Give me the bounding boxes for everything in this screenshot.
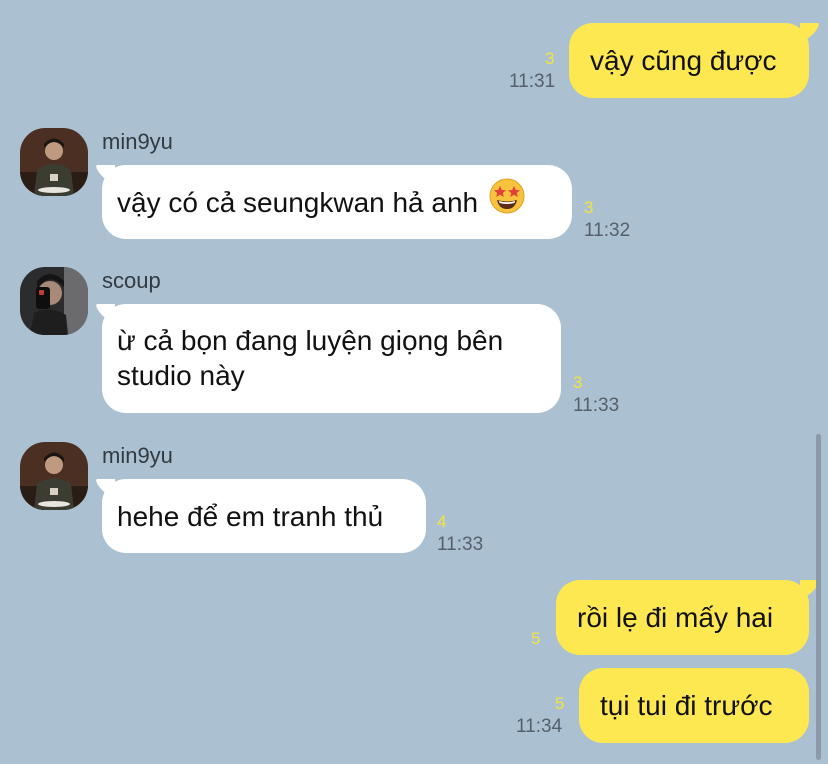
message-bubble[interactable]: rồi lẹ đi mấy hai — [556, 580, 809, 655]
unread-count: 3 — [573, 373, 583, 392]
message-bubble[interactable]: tụi tui đi trước — [579, 668, 809, 743]
sender-name: scoup — [102, 268, 161, 293]
sender-name: min9yu — [102, 129, 173, 154]
star-struck-emoji-icon — [488, 177, 526, 223]
unread-count: 4 — [437, 512, 447, 531]
message-text: tụi tui đi trước — [600, 690, 773, 721]
message-bubble[interactable]: ừ cả bọn đang luyện giọng bên studio này — [102, 304, 561, 413]
avatar[interactable] — [20, 267, 88, 335]
unread-count: 3 — [545, 49, 555, 68]
message-time: 11:32 — [584, 220, 631, 241]
message-text: rồi lẹ đi mấy hai — [577, 602, 774, 633]
unread-count: 5 — [555, 694, 565, 713]
message-time: 11:31 — [509, 71, 556, 92]
avatar[interactable] — [20, 128, 88, 196]
bubble-tail — [800, 23, 819, 43]
message-text: vậy có cả seungkwan hả anh — [117, 186, 479, 218]
message-bubble[interactable]: vậy cũng được — [569, 23, 809, 98]
message-text: hehe để em tranh thủ — [117, 500, 384, 532]
sender-name: min9yu — [102, 443, 173, 468]
avatar[interactable] — [20, 442, 88, 510]
message-time: 11:33 — [437, 534, 484, 555]
unread-count: 3 — [584, 198, 594, 217]
message-time: 11:34 — [516, 716, 563, 737]
unread-count: 5 — [531, 629, 541, 648]
scrollbar[interactable] — [816, 434, 821, 760]
message-text: ừ cả bọn đang luyện giọng bên studio này — [117, 325, 504, 391]
message-bubble[interactable]: vậy có cả seungkwan hả anh — [102, 165, 572, 239]
message-bubble[interactable]: hehe để em tranh thủ — [102, 479, 426, 553]
message-time: 11:33 — [573, 395, 620, 416]
message-text: vậy cũng được — [590, 45, 777, 76]
